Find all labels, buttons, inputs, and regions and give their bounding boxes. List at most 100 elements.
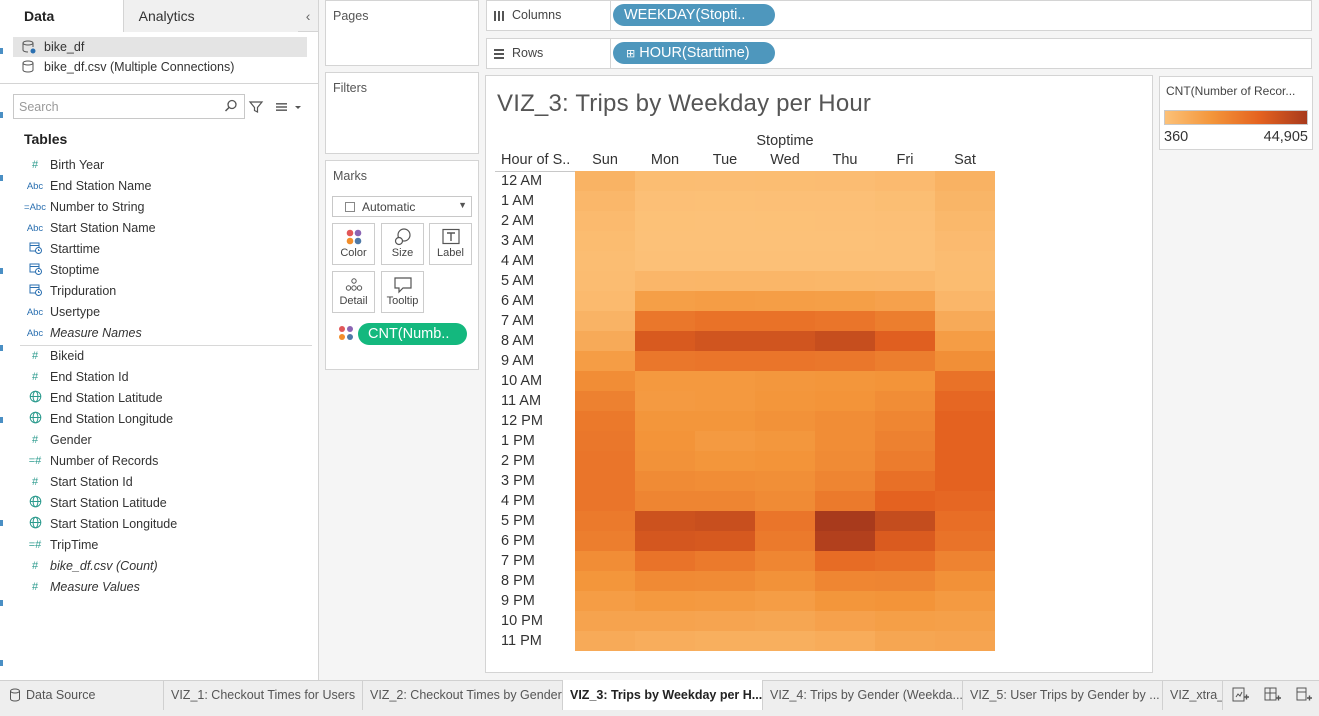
heatmap-cell[interactable] <box>635 571 695 591</box>
mark-type-dropdown[interactable]: Automatic ▼ <box>332 196 472 217</box>
heatmap-cell[interactable] <box>755 471 815 491</box>
heatmap-cell[interactable] <box>755 231 815 251</box>
heatmap-cell[interactable] <box>875 191 935 211</box>
field-item[interactable]: Abc Measure Names <box>20 323 142 344</box>
new-worksheet-icon[interactable] <box>1231 686 1249 704</box>
heatmap-cell[interactable] <box>755 531 815 551</box>
heatmap-cell[interactable] <box>695 311 755 331</box>
heatmap-cell[interactable] <box>755 611 815 631</box>
heatmap-cell[interactable] <box>575 231 635 251</box>
heatmap-cell[interactable] <box>695 191 755 211</box>
heatmap-cell[interactable] <box>575 571 635 591</box>
heatmap-cell[interactable] <box>635 451 695 471</box>
view-options-icon[interactable] <box>274 99 304 115</box>
heatmap-cell[interactable] <box>935 231 995 251</box>
color-measure-pill[interactable]: CNT(Numb.. <box>358 323 467 345</box>
heatmap-cell[interactable] <box>815 371 875 391</box>
heatmap-cell[interactable] <box>875 391 935 411</box>
heatmap-cell[interactable] <box>935 411 995 431</box>
heatmap-cell[interactable] <box>875 531 935 551</box>
field-item[interactable]: =# Number of Records <box>20 451 159 472</box>
heatmap-cell[interactable] <box>935 291 995 311</box>
heatmap-cell[interactable] <box>635 171 695 191</box>
field-item[interactable]: # Birth Year <box>20 155 104 176</box>
columns-shelf[interactable]: Columns <box>486 0 1312 31</box>
heatmap-cell[interactable] <box>935 611 995 631</box>
heatmap-cell[interactable] <box>875 591 935 611</box>
heatmap-cell[interactable] <box>635 631 695 651</box>
columns-pill[interactable]: WEEKDAY(Stopti.. <box>613 4 775 26</box>
heatmap-cell[interactable] <box>875 491 935 511</box>
heatmap-cell[interactable] <box>875 471 935 491</box>
field-item[interactable]: =# TripTime <box>20 535 99 556</box>
heatmap-cell[interactable] <box>635 371 695 391</box>
heatmap-cell[interactable] <box>695 611 755 631</box>
heatmap-cell[interactable] <box>875 291 935 311</box>
heatmap-cell[interactable] <box>815 411 875 431</box>
sheet-tab[interactable]: VIZ_xtra_ <box>1163 680 1223 710</box>
field-item[interactable]: # Measure Values <box>20 577 140 598</box>
detail-button[interactable]: Detail <box>332 271 375 313</box>
heatmap-cell[interactable] <box>635 431 695 451</box>
heatmap-cell[interactable] <box>755 371 815 391</box>
heatmap-cell[interactable] <box>575 531 635 551</box>
field-item[interactable]: Start Station Longitude <box>20 514 177 535</box>
field-item[interactable]: Abc Usertype <box>20 302 100 323</box>
heatmap-cell[interactable] <box>695 411 755 431</box>
size-button[interactable]: Size <box>381 223 424 265</box>
heatmap-cell[interactable] <box>815 631 875 651</box>
heatmap-cell[interactable] <box>755 491 815 511</box>
heatmap-cell[interactable] <box>755 571 815 591</box>
heatmap-cell[interactable] <box>635 311 695 331</box>
field-item[interactable]: # Start Station Id <box>20 472 133 493</box>
heatmap-cell[interactable] <box>635 351 695 371</box>
sheet-tab[interactable]: VIZ_2: Checkout Times by Gender <box>363 680 563 710</box>
heatmap-cell[interactable] <box>935 471 995 491</box>
field-item[interactable]: Starttime <box>20 239 100 260</box>
heatmap-cell[interactable] <box>815 491 875 511</box>
heatmap-cell[interactable] <box>695 471 755 491</box>
heatmap-cell[interactable] <box>575 451 635 471</box>
heatmap-cell[interactable] <box>815 451 875 471</box>
heatmap-cell[interactable] <box>815 311 875 331</box>
heatmap-cell[interactable] <box>695 371 755 391</box>
heatmap-cell[interactable] <box>755 391 815 411</box>
heatmap-cell[interactable] <box>755 211 815 231</box>
heatmap-cell[interactable] <box>875 631 935 651</box>
heatmap-cell[interactable] <box>695 351 755 371</box>
heatmap-cell[interactable] <box>695 491 755 511</box>
heatmap-cell[interactable] <box>755 411 815 431</box>
heatmap-cell[interactable] <box>635 411 695 431</box>
heatmap-cell[interactable] <box>695 231 755 251</box>
field-item[interactable]: # Gender <box>20 430 92 451</box>
heatmap-cell[interactable] <box>575 271 635 291</box>
heatmap-cell[interactable] <box>935 391 995 411</box>
heatmap-cell[interactable] <box>935 351 995 371</box>
heatmap-cell[interactable] <box>815 191 875 211</box>
field-item[interactable]: Tripduration <box>20 281 116 302</box>
heatmap-cell[interactable] <box>875 551 935 571</box>
heatmap-cell[interactable] <box>815 531 875 551</box>
heatmap-cell[interactable] <box>815 471 875 491</box>
data-source-item[interactable]: bike_df.csv (Multiple Connections) <box>13 57 307 77</box>
heatmap-cell[interactable] <box>935 431 995 451</box>
heatmap-cell[interactable] <box>875 431 935 451</box>
heatmap-cell[interactable] <box>875 271 935 291</box>
heatmap-cell[interactable] <box>875 451 935 471</box>
heatmap-cell[interactable] <box>755 551 815 571</box>
field-item[interactable]: Start Station Latitude <box>20 493 167 514</box>
heatmap-cell[interactable] <box>755 331 815 351</box>
filter-icon[interactable] <box>248 99 264 115</box>
heatmap-cell[interactable] <box>755 591 815 611</box>
heatmap-cell[interactable] <box>575 491 635 511</box>
heatmap-cell[interactable] <box>575 611 635 631</box>
heatmap-cell[interactable] <box>815 431 875 451</box>
heatmap-cell[interactable] <box>815 571 875 591</box>
heatmap-cell[interactable] <box>815 251 875 271</box>
heatmap-cell[interactable] <box>935 491 995 511</box>
collapse-pane-icon[interactable]: ‹ <box>298 0 318 31</box>
new-dashboard-icon[interactable] <box>1263 686 1281 704</box>
heatmap-cell[interactable] <box>935 331 995 351</box>
heatmap-cell[interactable] <box>695 631 755 651</box>
heatmap-cell[interactable] <box>695 331 755 351</box>
